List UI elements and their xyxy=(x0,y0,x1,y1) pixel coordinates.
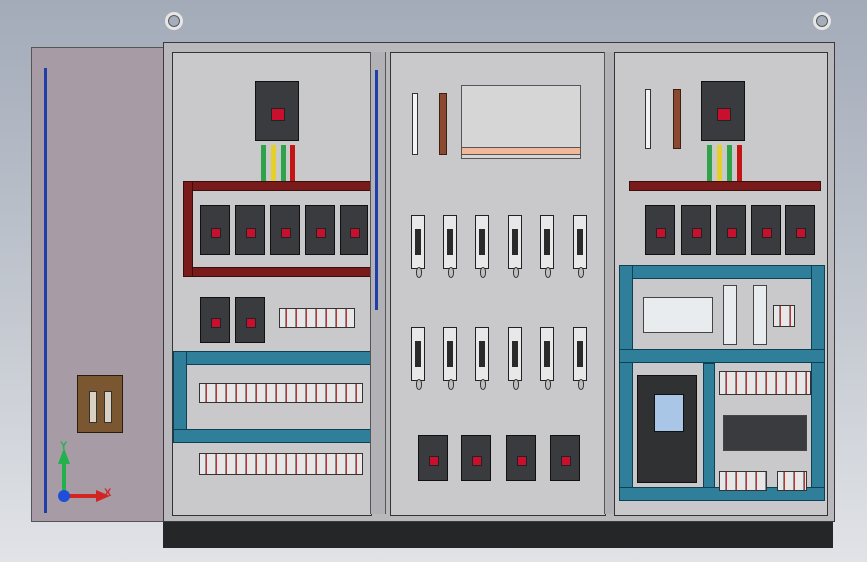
wire-duct xyxy=(173,429,371,443)
branch-breaker xyxy=(200,205,230,255)
lifting-eye-icon xyxy=(813,12,831,30)
busbar-side xyxy=(183,181,193,277)
fuse-holder xyxy=(411,215,425,278)
lifting-eye-icon xyxy=(165,12,183,30)
axis-y-label: Y xyxy=(60,440,68,452)
ground-bar xyxy=(412,93,418,155)
door-handle-icon xyxy=(77,375,123,433)
terminal-strip xyxy=(199,383,363,403)
terminal-block xyxy=(279,308,355,328)
branch-breaker xyxy=(235,205,265,255)
fuse-holder xyxy=(540,327,554,390)
branch-breaker xyxy=(461,435,491,481)
busbar-top xyxy=(629,181,821,191)
fuse-holder xyxy=(573,327,587,390)
neutral-bar xyxy=(673,89,681,149)
vfd-display xyxy=(654,394,684,432)
branch-breaker xyxy=(506,435,536,481)
fuse-holder xyxy=(443,215,457,278)
fuse-holder xyxy=(443,327,457,390)
wire-duct xyxy=(619,349,825,363)
right-mounting-plate[interactable] xyxy=(614,52,828,516)
terminal-strip xyxy=(719,471,767,491)
fuse-holder xyxy=(475,215,489,278)
fuse-holder xyxy=(573,215,587,278)
busbar-bottom xyxy=(183,267,373,277)
branch-breaker xyxy=(645,205,675,255)
branch-breaker xyxy=(340,205,368,255)
branch-breaker xyxy=(200,297,230,343)
terminal-block xyxy=(773,305,795,327)
main-breaker xyxy=(255,81,299,141)
terminal-strip xyxy=(777,471,807,491)
fuse-holder xyxy=(475,327,489,390)
plc-module xyxy=(643,297,713,333)
relay-module xyxy=(723,285,737,345)
branch-breaker xyxy=(751,205,781,255)
fuse-holder xyxy=(540,215,554,278)
axis-x-label: X xyxy=(104,487,112,499)
middle-mounting-plate[interactable] xyxy=(390,52,606,516)
ground-bar xyxy=(645,89,651,149)
cabinet-plinth xyxy=(163,519,833,548)
door-hinge-bar xyxy=(44,68,47,513)
wire-duct xyxy=(811,265,825,501)
branch-breaker xyxy=(270,205,300,255)
branch-breaker xyxy=(785,205,815,255)
wire-duct xyxy=(173,351,371,365)
relay-module xyxy=(753,285,767,345)
branch-breaker xyxy=(681,205,711,255)
left-mounting-plate[interactable] xyxy=(172,52,373,516)
terminal-strip xyxy=(719,371,811,395)
neutral-bar xyxy=(439,93,447,155)
wire-duct xyxy=(703,363,715,501)
variable-frequency-drive xyxy=(637,375,697,483)
wire-duct xyxy=(619,265,825,279)
contactor-row xyxy=(723,415,807,451)
fuse-holder xyxy=(411,327,425,390)
cad-viewport[interactable]: Y X xyxy=(0,0,867,562)
terminal-strip xyxy=(199,453,363,475)
branch-breaker xyxy=(418,435,448,481)
main-breaker xyxy=(701,81,745,141)
branch-breaker xyxy=(716,205,746,255)
branch-breaker xyxy=(235,297,265,343)
fuse-holder xyxy=(508,215,522,278)
wire-duct xyxy=(619,265,633,501)
branch-breaker xyxy=(550,435,580,481)
busbar-top xyxy=(183,181,373,191)
branch-breaker xyxy=(305,205,335,255)
fuse-holder xyxy=(508,327,522,390)
